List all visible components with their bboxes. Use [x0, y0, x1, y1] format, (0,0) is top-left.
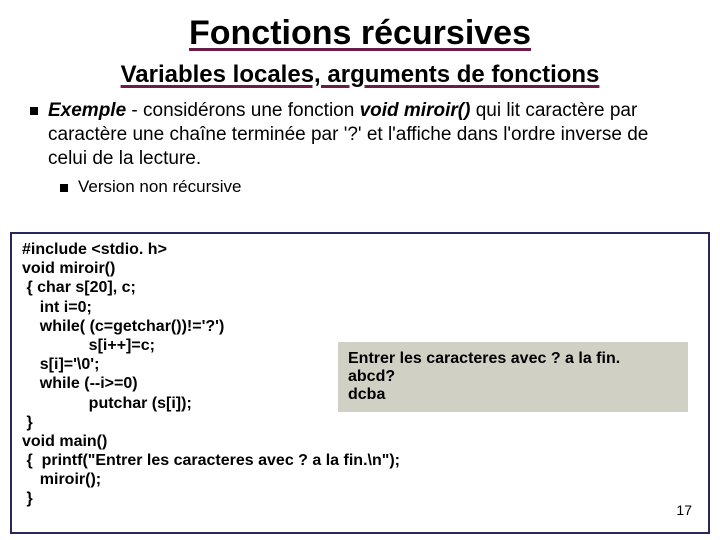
page-number: 17	[676, 502, 692, 518]
square-bullet-icon	[60, 184, 68, 192]
code-box: #include <stdio. h> void miroir() { char…	[10, 232, 710, 534]
output-box: Entrer les caracteres avec ? a la fin. a…	[338, 342, 688, 412]
function-name: void miroir()	[360, 100, 471, 121]
sub-bullet-version: Version non récursive	[60, 176, 690, 197]
bullet-exemple: Exemple - considérons une fonction void …	[30, 99, 690, 170]
exemple-label: Exemple	[48, 100, 126, 121]
slide: Fonctions récursives Variables locales, …	[0, 0, 720, 540]
page-subtitle: Variables locales, arguments de fonction…	[0, 61, 720, 89]
square-bullet-icon	[30, 107, 38, 115]
body-content: Exemple - considérons une fonction void …	[30, 99, 690, 198]
exemple-text-1: - considérons une fonction	[126, 100, 359, 121]
sub-bullet-text: Version non récursive	[78, 176, 241, 197]
page-title: Fonctions récursives	[0, 0, 720, 53]
exemple-text: Exemple - considérons une fonction void …	[48, 99, 690, 170]
